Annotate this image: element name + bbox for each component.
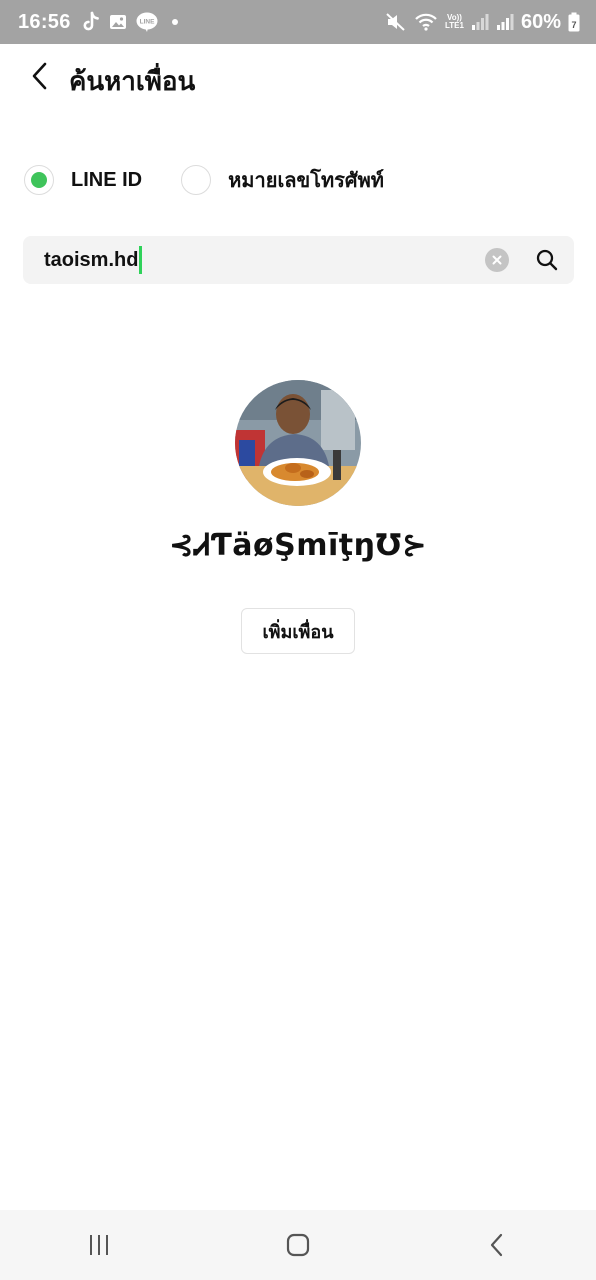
recent-apps-icon (90, 1235, 109, 1255)
radio-selected-dot (31, 172, 47, 188)
status-right: Vo)) LTE1 60% 7 (385, 11, 580, 34)
home-button[interactable] (268, 1215, 328, 1275)
status-bar: 16:56 LINE Vo)) LTE1 60% 7 (0, 0, 596, 44)
recent-apps-button[interactable] (69, 1215, 129, 1275)
radio-line-id-label: LINE ID (71, 168, 143, 191)
volte-indicator: Vo)) LTE1 (445, 14, 464, 30)
radio-circle-unselected[interactable] (181, 165, 212, 195)
back-icon (490, 1233, 502, 1257)
profile-photo (235, 380, 361, 506)
battery-icon: 7 (568, 12, 580, 32)
chevron-left-icon (32, 62, 47, 90)
radio-circle-selected[interactable] (24, 165, 54, 195)
search-box: taoism.hd (23, 236, 574, 284)
radio-phone-number-label: หมายเลขโทรศัพท์ (228, 170, 384, 192)
volte-bottom-text: LTE1 (445, 21, 464, 30)
more-notifications-dot (171, 19, 178, 25)
home-icon (286, 1233, 310, 1257)
wifi-icon (414, 12, 438, 32)
radio-line-id[interactable]: LINE ID (24, 165, 142, 195)
radio-phone-number[interactable]: หมายเลขโทรศัพท์ (181, 164, 384, 196)
search-type-selector: LINE ID หมายเลขโทรศัพท์ (24, 164, 384, 196)
page-title: ค้นหาเพื่อน (69, 66, 196, 96)
search-input-value[interactable]: taoism.hd (44, 249, 138, 272)
line-notification-icon: LINE (135, 11, 159, 33)
system-back-button[interactable] (467, 1215, 527, 1275)
gallery-icon (108, 12, 128, 32)
line-badge-text: LINE (139, 19, 154, 26)
back-button[interactable] (22, 58, 58, 94)
battery-percent: 60% (520, 10, 561, 33)
tiktok-icon (81, 11, 101, 33)
profile-name: ⊰ᏗƬäøŞmīţŋ℧⊱ (168, 528, 428, 563)
close-icon (492, 255, 502, 265)
signal-icon-1 (471, 13, 489, 31)
header: ค้นหาเพื่อน (0, 44, 596, 112)
profile-avatar[interactable] (235, 380, 361, 506)
system-nav-bar (0, 1210, 596, 1280)
battery-badge: 7 (571, 20, 576, 30)
signal-icon-2 (496, 13, 514, 31)
search-button[interactable] (533, 246, 561, 274)
text-cursor (139, 246, 143, 274)
status-time: 16:56 (18, 10, 71, 33)
search-icon (536, 249, 558, 271)
status-left: 16:56 LINE (18, 11, 178, 34)
add-friend-button[interactable]: เพิ่มเพื่อน (241, 608, 355, 654)
clear-search-button[interactable] (485, 248, 509, 272)
mute-icon (385, 12, 407, 32)
